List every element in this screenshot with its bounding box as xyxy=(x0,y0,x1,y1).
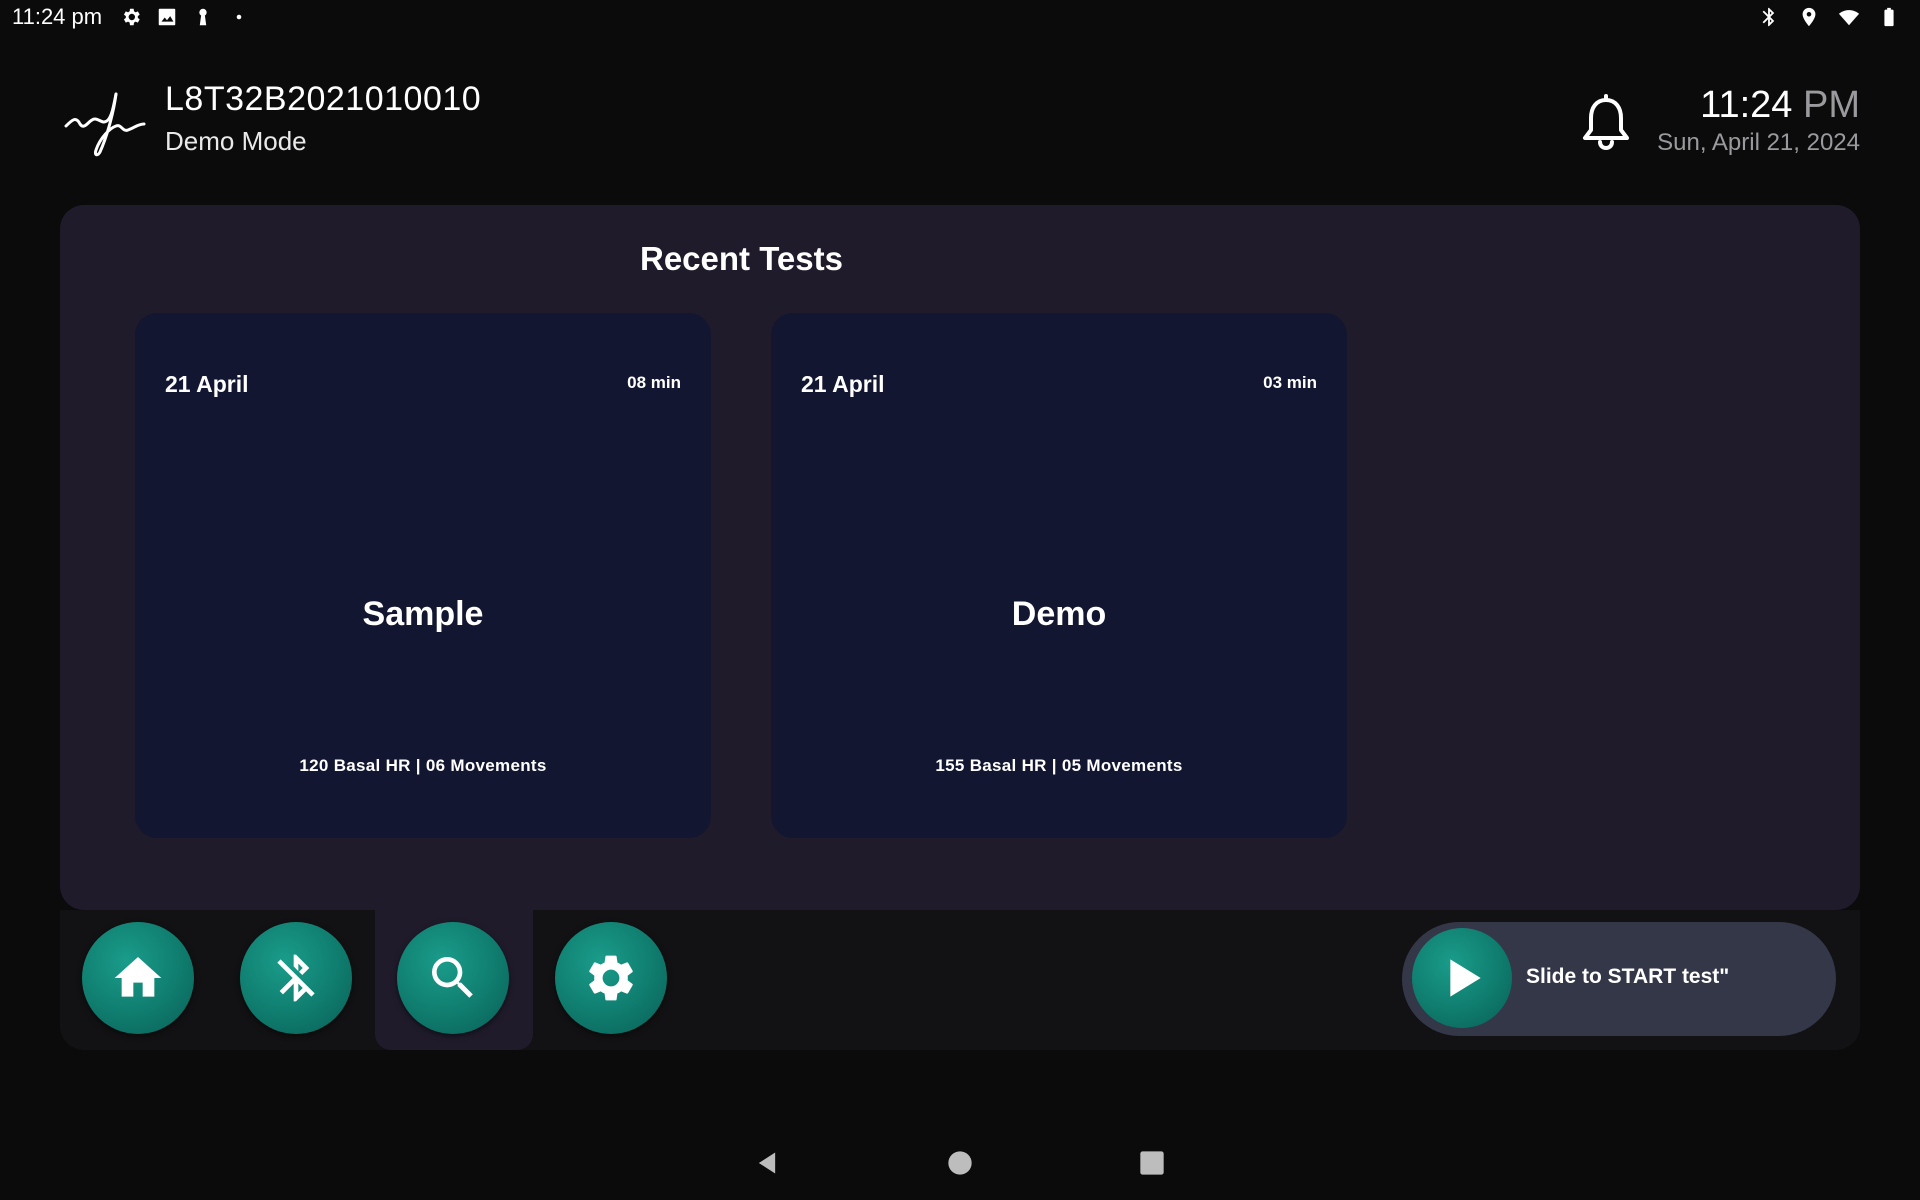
clock: 11:24 PM Sun, April 21, 2024 xyxy=(1657,84,1860,157)
wifi-icon xyxy=(1838,6,1860,28)
home-button[interactable] xyxy=(82,922,194,1034)
home-circle-icon xyxy=(948,1150,972,1175)
play-icon xyxy=(1450,959,1481,997)
clock-ampm: PM xyxy=(1803,84,1860,126)
status-right-icons xyxy=(1758,0,1900,34)
clock-time: 11:24 PM xyxy=(1657,84,1860,127)
recents-square-icon xyxy=(1140,1150,1164,1175)
card-duration: 03 min xyxy=(1263,373,1317,392)
app-logo xyxy=(64,86,146,158)
start-test-slider[interactable]: Slide to START test" xyxy=(1402,922,1836,1036)
dot-icon xyxy=(228,6,250,28)
card-date: 21 April xyxy=(801,371,885,397)
card-date: 21 April xyxy=(165,371,249,397)
gear-icon xyxy=(120,6,142,28)
card-name: Sample xyxy=(362,595,484,633)
bluetooth-off-button[interactable] xyxy=(240,922,352,1034)
card-name: Demo xyxy=(1011,595,1107,633)
bluetooth-off-icon xyxy=(277,954,315,1002)
home-icon xyxy=(114,957,162,997)
back-button[interactable] xyxy=(747,1140,787,1185)
card-stats: 120 Basal HR | 06 Movements xyxy=(299,756,547,775)
test-card[interactable]: 21 April 08 min Sample 120 Basal HR | 06… xyxy=(135,313,711,838)
slider-label: Slide to START test" xyxy=(1526,965,1730,988)
keyhole-icon xyxy=(192,6,214,28)
status-bar: 11:24 pm xyxy=(0,0,1920,34)
recents-button[interactable] xyxy=(1132,1140,1172,1185)
settings-icon xyxy=(589,955,633,1001)
card-stats: 155 Basal HR | 05 Movements xyxy=(935,756,1183,775)
battery-icon xyxy=(1878,6,1900,28)
system-nav-bar xyxy=(0,1140,1920,1185)
location-icon xyxy=(1798,6,1820,28)
settings-button[interactable] xyxy=(555,922,667,1034)
device-id: L8T32B2021010010 xyxy=(165,80,482,118)
clock-time-value: 11:24 xyxy=(1700,84,1793,126)
back-triangle-icon xyxy=(758,1152,776,1173)
device-mode: Demo Mode xyxy=(165,126,307,156)
clock-date: Sun, April 21, 2024 xyxy=(1657,129,1860,156)
test-card[interactable]: 21 April 03 min Demo 155 Basal HR | 05 M… xyxy=(771,313,1347,838)
status-time: 11:24 pm xyxy=(12,4,103,29)
card-duration: 08 min xyxy=(627,373,681,392)
search-button[interactable] xyxy=(397,922,509,1034)
recent-tests-title: Recent Tests xyxy=(640,240,843,277)
image-icon xyxy=(156,6,178,28)
home-system-button[interactable] xyxy=(940,1140,980,1185)
status-left-icons xyxy=(120,6,250,28)
slider-handle[interactable] xyxy=(1412,928,1512,1028)
bluetooth-icon xyxy=(1758,6,1780,28)
notification-bell-icon[interactable] xyxy=(1580,94,1632,150)
search-icon xyxy=(432,957,473,998)
